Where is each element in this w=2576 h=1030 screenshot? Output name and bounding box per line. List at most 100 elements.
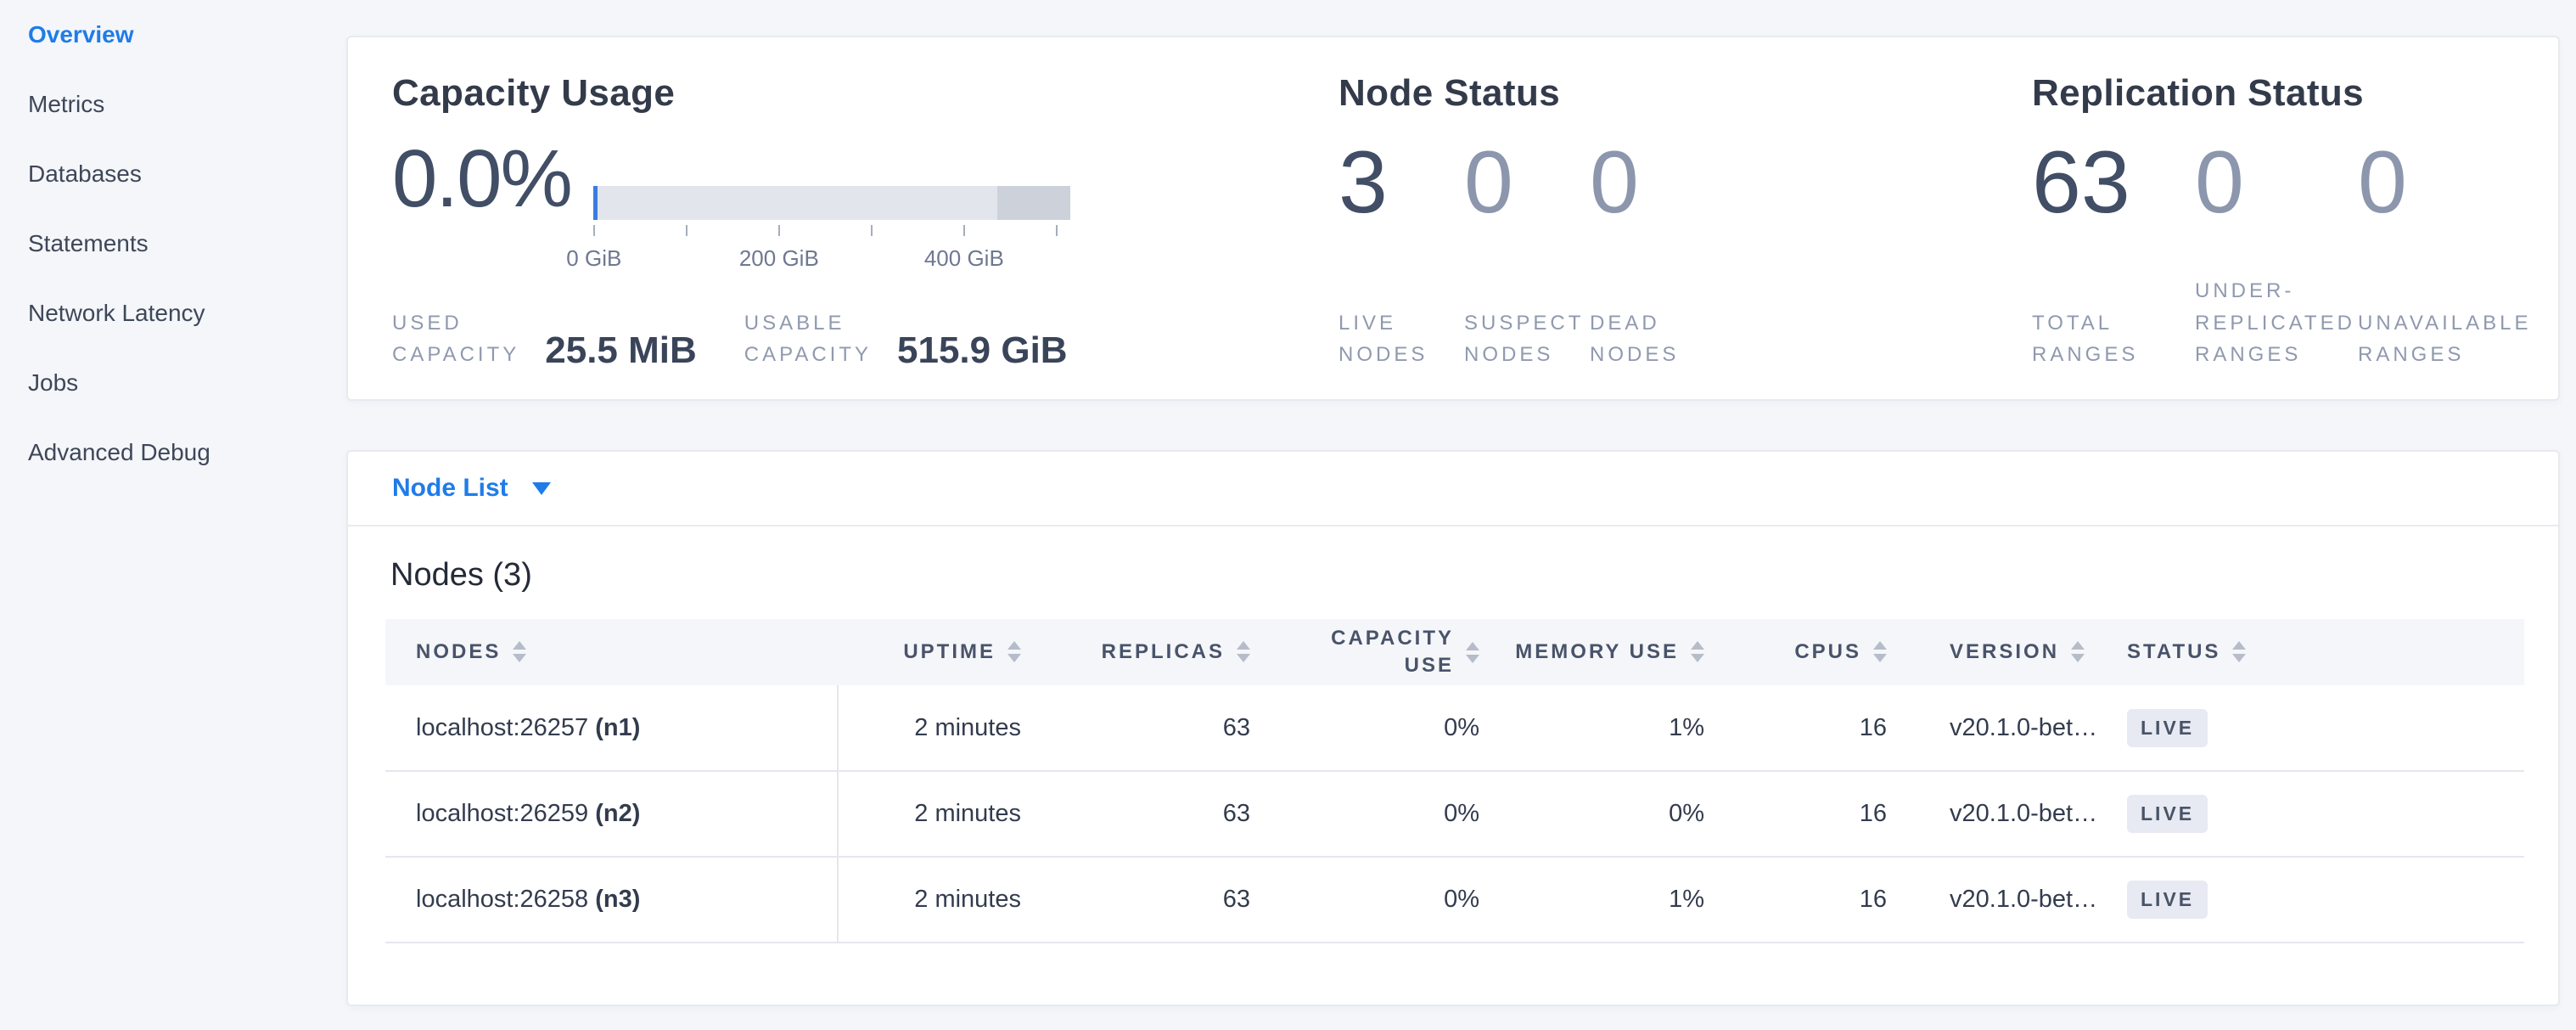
sidebar-item-databases[interactable]: Databases [28, 139, 342, 209]
status-badge: LIVE [2127, 795, 2208, 833]
capacity-bar-used-segment [593, 186, 598, 220]
unavailable-ranges-label: UNAVAILABLE RANGES [2358, 307, 2521, 370]
total-ranges-stat: 63 TOTAL RANGES [2032, 138, 2195, 370]
sort-icon [2071, 641, 2085, 662]
capacity-percent: 0.0% [392, 138, 571, 307]
memory-use-cell: 1% [1500, 857, 1725, 943]
node-host: localhost:26258 [416, 886, 588, 913]
column-header-replicas[interactable]: REPLICAS [1041, 619, 1271, 685]
node-name-cell[interactable]: localhost:26257 (n1) [385, 685, 838, 771]
node-name-cell[interactable]: localhost:26258 (n3) [385, 857, 838, 943]
capacity-usage-title: Capacity Usage [392, 71, 1334, 116]
column-label: REPLICAS [1102, 639, 1225, 666]
cpus-cell: 16 [1725, 685, 1907, 771]
sidebar-item-jobs[interactable]: Jobs [28, 348, 342, 418]
node-name-cell[interactable]: localhost:26259 (n2) [385, 771, 838, 857]
sort-icon [1466, 642, 1479, 663]
dead-nodes-value: 0 [1590, 138, 1715, 227]
replication-status-section: Replication Status 63 TOTAL RANGES 0 UND… [2032, 71, 2541, 370]
live-nodes-label: LIVE NODES [1339, 307, 1464, 370]
column-label: CPUS [1794, 639, 1861, 666]
status-badge: LIVE [2127, 709, 2208, 747]
under-replicated-ranges-value: 0 [2195, 138, 2358, 227]
replication-status-title: Replication Status [2032, 71, 2541, 116]
version-cell: v20.1.0-bet… [1907, 771, 2107, 857]
replicas-cell: 63 [1041, 685, 1271, 771]
axis-tick [593, 225, 595, 236]
memory-use-cell: 0% [1500, 771, 1725, 857]
node-list-dropdown-label: Node List [392, 474, 508, 503]
cpus-cell: 16 [1725, 857, 1907, 943]
under-replicated-ranges-stat: 0 UNDER- REPLICATED RANGES [2195, 138, 2358, 370]
table-row: localhost:26258 (n3) 2 minutes 63 0% 1% … [385, 857, 2524, 943]
usable-capacity-label: USABLE CAPACITY [744, 307, 872, 370]
nodes-table-heading: Nodes (3) [390, 557, 2521, 594]
usable-capacity-value: 515.9 GiB [897, 332, 1068, 370]
node-status-section: Node Status 3 LIVE NODES 0 SUSPECT NODES… [1339, 71, 2009, 370]
unavailable-ranges-value: 0 [2358, 138, 2521, 227]
view-selector-row: Node List [348, 452, 2558, 526]
total-ranges-label: TOTAL RANGES [2032, 307, 2195, 370]
capacity-bar-reserved-segment [997, 186, 1070, 220]
node-list-card: Node List Nodes (3) NODES UPTIME [346, 450, 2560, 1006]
version-cell: v20.1.0-bet… [1907, 857, 2107, 943]
status-cell: LIVE [2107, 857, 2524, 943]
used-capacity-label: USED CAPACITY [392, 307, 519, 370]
unavailable-ranges-stat: 0 UNAVAILABLE RANGES [2358, 138, 2521, 370]
sort-icon [1007, 641, 1021, 662]
capacity-use-cell: 0% [1271, 685, 1500, 771]
sort-icon [1873, 641, 1887, 662]
under-replicated-ranges-label: UNDER- REPLICATED RANGES [2195, 275, 2358, 370]
column-label: VERSION [1950, 639, 2059, 666]
replicas-cell: 63 [1041, 771, 1271, 857]
node-id: (n3) [595, 886, 640, 913]
suspect-nodes-stat: 0 SUSPECT NODES [1464, 138, 1590, 370]
replicas-cell: 63 [1041, 857, 1271, 943]
status-badge: LIVE [2127, 881, 2208, 919]
column-header-version[interactable]: VERSION [1907, 619, 2107, 685]
capacity-axis: 0 GiB 200 GiB 400 GiB [593, 225, 1070, 276]
axis-label-200: 200 GiB [739, 245, 819, 272]
live-nodes-value: 3 [1339, 138, 1464, 227]
sidebar-item-metrics[interactable]: Metrics [28, 70, 342, 139]
column-header-capacity-use[interactable]: CAPACITY USE [1271, 619, 1500, 685]
column-label: NODES [416, 639, 501, 666]
axis-tick [1056, 225, 1058, 236]
sidebar-item-overview[interactable]: Overview [28, 0, 342, 70]
cluster-summary-card: Capacity Usage 0.0% 0 GiB 200 GiB 400 [346, 36, 2560, 401]
axis-tick [778, 225, 780, 236]
node-list-dropdown[interactable]: Node List [392, 474, 551, 503]
memory-use-cell: 1% [1500, 685, 1725, 771]
column-header-status[interactable]: STATUS [2107, 619, 2524, 685]
dead-nodes-stat: 0 DEAD NODES [1590, 138, 1715, 370]
axis-tick [686, 225, 687, 236]
sidebar-item-advanced-debug[interactable]: Advanced Debug [28, 418, 342, 487]
sort-icon [1237, 641, 1250, 662]
total-ranges-value: 63 [2032, 138, 2195, 227]
uptime-cell: 2 minutes [838, 685, 1041, 771]
column-header-nodes[interactable]: NODES [385, 619, 838, 685]
column-label: CAPACITY USE [1331, 625, 1454, 680]
column-header-uptime[interactable]: UPTIME [838, 619, 1041, 685]
capacity-bar-track [593, 186, 1070, 220]
table-row: localhost:26259 (n2) 2 minutes 63 0% 0% … [385, 771, 2524, 857]
column-header-memory-use[interactable]: MEMORY USE [1500, 619, 1725, 685]
sidebar-item-statements[interactable]: Statements [28, 209, 342, 279]
used-capacity-value: 25.5 MiB [545, 332, 697, 370]
table-row: localhost:26257 (n1) 2 minutes 63 0% 1% … [385, 685, 2524, 771]
sidebar-item-network-latency[interactable]: Network Latency [28, 279, 342, 348]
status-cell: LIVE [2107, 771, 2524, 857]
axis-tick [871, 225, 873, 236]
capacity-use-cell: 0% [1271, 857, 1500, 943]
column-label: MEMORY USE [1515, 639, 1679, 666]
sort-icon [2232, 641, 2246, 662]
sort-icon [513, 641, 526, 662]
sidebar-nav: Overview Metrics Databases Statements Ne… [28, 0, 342, 487]
dead-nodes-label: DEAD NODES [1590, 307, 1715, 370]
sort-icon [1691, 641, 1704, 662]
chevron-down-icon [532, 482, 551, 495]
node-id: (n2) [595, 800, 640, 827]
table-header-row: NODES UPTIME REPLICAS CAPACITY USE [385, 619, 2524, 685]
column-header-cpus[interactable]: CPUS [1725, 619, 1907, 685]
capacity-bar-chart: 0 GiB 200 GiB 400 GiB [593, 186, 1070, 307]
